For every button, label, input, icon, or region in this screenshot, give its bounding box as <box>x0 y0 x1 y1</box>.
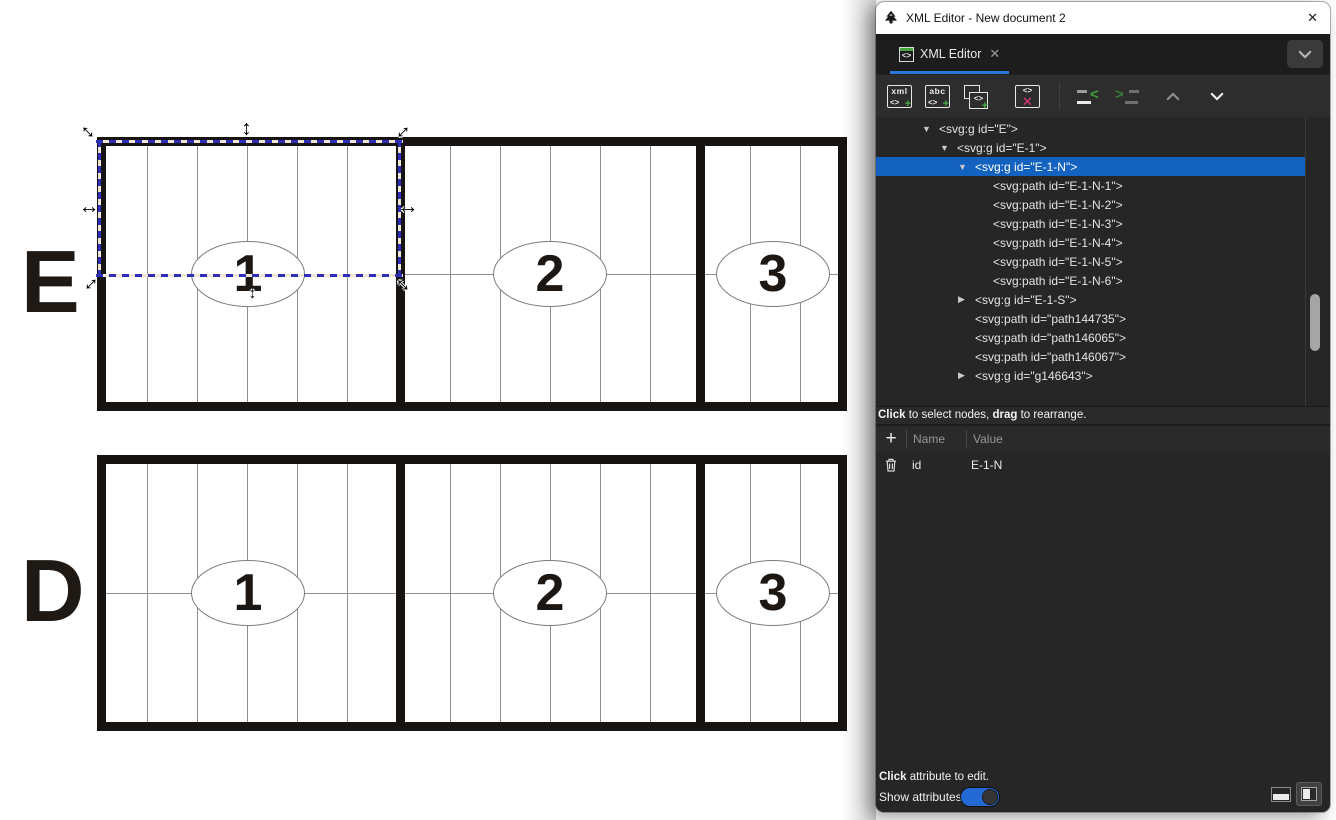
selection-edge-bottom <box>96 274 403 277</box>
xml-node-tree[interactable]: ▼ <svg:g id="E"> ▼ <svg:g id="E-1"> ▼ <s… <box>876 117 1330 406</box>
tree-node-label: <svg:path id="E-1-N-5"> <box>993 255 1123 269</box>
tab-xml-editor[interactable]: <> XML Editor ✕ <box>890 34 1009 74</box>
unindent-node-button[interactable]: < <box>1076 82 1105 111</box>
toolbar-separator <box>1059 82 1060 110</box>
tree-node[interactable]: <svg:path id="E-1-N-1"> <box>876 176 1306 195</box>
attribute-edit-hint: Click attribute to edit. <box>879 771 989 783</box>
tree-node-label: <svg:path id="path146067"> <box>975 350 1126 364</box>
scrollbar-track-border <box>1305 117 1306 406</box>
delete-attribute-button[interactable] <box>876 458 906 472</box>
tab-label: XML Editor <box>920 47 981 61</box>
expander-icon[interactable]: ▼ <box>922 124 939 134</box>
expander-icon[interactable]: ▶ <box>958 370 975 381</box>
tree-node[interactable]: <svg:path id="path146067"> <box>876 347 1306 366</box>
tree-node[interactable]: <svg:path id="E-1-N-3"> <box>876 214 1306 233</box>
section-divider <box>696 146 705 402</box>
section-ellipse-3[interactable]: 3 <box>716 241 830 307</box>
panel-menu-button[interactable] <box>1287 40 1323 68</box>
dialog-tabbar: <> XML Editor ✕ <box>876 34 1330 74</box>
attribute-value[interactable]: E-1-N <box>965 458 1002 472</box>
tree-node[interactable]: <svg:path id="E-1-N-2"> <box>876 195 1306 214</box>
tree-node-label: <svg:path id="E-1-N-6"> <box>993 274 1123 288</box>
expander-icon[interactable]: ▶ <box>958 294 975 305</box>
xml-toolbar: xml <> + abc <> + <> + <> ✕ <box>876 74 1330 117</box>
xml-editor-dialog: XML Editor - New document 2 ✕ <> XML Edi… <box>876 2 1330 812</box>
scale-handle-top-center[interactable]: ↔ <box>236 117 260 141</box>
move-node-up-button[interactable] <box>1158 82 1187 111</box>
layout-vertical-button[interactable] <box>1296 782 1322 806</box>
attribute-table-header: + Name Value <box>876 424 1330 452</box>
tree-node-label: <svg:g id="g146643"> <box>975 369 1093 383</box>
tree-node-label: <svg:g id="E"> <box>939 122 1018 136</box>
tree-node-label: <svg:g id="E-1"> <box>957 141 1047 155</box>
panel-drop-shadow <box>842 0 876 820</box>
toggle-knob <box>982 789 998 805</box>
dialog-titlebar[interactable]: XML Editor - New document 2 ✕ <box>876 2 1330 34</box>
layout-vertical-icon <box>1301 787 1317 801</box>
new-text-node-button[interactable]: abc <> + <box>923 82 952 111</box>
tree-node-label: <svg:path id="E-1-N-2"> <box>993 198 1123 212</box>
inkscape-logo-icon <box>883 10 899 26</box>
tree-node-label: <svg:path id="E-1-N-3"> <box>993 217 1123 231</box>
section-divider <box>696 464 705 722</box>
expander-icon[interactable]: ▼ <box>958 162 975 172</box>
tree-node-label: <svg:g id="E-1-N"> <box>975 160 1077 174</box>
section-divider <box>396 464 405 722</box>
tree-node[interactable]: <svg:path id="path146065"> <box>876 328 1306 347</box>
tree-node[interactable]: <svg:path id="path144735"> <box>876 309 1306 328</box>
tree-node[interactable]: <svg:path id="E-1-N-6"> <box>876 271 1306 290</box>
tree-node[interactable]: <svg:path id="E-1-N-5"> <box>876 252 1306 271</box>
xml-editor-tab-icon: <> <box>899 47 914 62</box>
layout-horizontal-icon[interactable] <box>1271 787 1291 802</box>
scale-handle-bottom-center[interactable]: ↔ <box>238 282 262 306</box>
dialog-footer: Click attribute to edit. Show attributes <box>876 766 1330 812</box>
dialog-close-button[interactable]: ✕ <box>1307 10 1318 26</box>
dialog-title: XML Editor - New document 2 <box>906 11 1066 25</box>
tree-node-label: <svg:path id="path146065"> <box>975 331 1126 345</box>
tree-node[interactable]: ▼ <svg:g id="E-1"> <box>876 138 1306 157</box>
canvas-letter-e[interactable]: E <box>21 238 78 326</box>
scale-handle-middle-right[interactable]: ↔ <box>396 196 420 220</box>
tree-node-label: <svg:path id="E-1-N-4"> <box>993 236 1123 250</box>
tree-scrollbar-thumb[interactable] <box>1310 294 1320 351</box>
tree-status-hint: Click to select nodes, drag to rearrange… <box>876 406 1330 424</box>
scale-handle-middle-left[interactable]: ↔ <box>77 196 101 220</box>
new-element-node-button[interactable]: xml <> + <box>885 82 914 111</box>
show-attributes-toggle[interactable] <box>960 787 1000 807</box>
indent-node-button[interactable]: > <box>1114 82 1143 111</box>
tree-node-label: <svg:path id="E-1-N-1"> <box>993 179 1123 193</box>
tree-node-label: <svg:path id="path144735"> <box>975 312 1126 326</box>
attribute-table-body <box>876 478 1330 767</box>
move-node-down-button[interactable] <box>1202 82 1231 111</box>
tree-node-label: <svg:g id="E-1-S"> <box>975 293 1077 307</box>
tree-node[interactable]: ▶ <svg:g id="g146643"> <box>876 366 1306 385</box>
canvas-letter-d[interactable]: D <box>21 547 83 635</box>
attribute-value-header: Value <box>967 432 1003 446</box>
tree-node-selected[interactable]: ▼ <svg:g id="E-1-N"> <box>876 157 1306 176</box>
tab-close-icon[interactable]: ✕ <box>989 46 1000 62</box>
attribute-row[interactable]: id E-1-N <box>876 452 1330 478</box>
chevron-down-icon <box>1210 92 1224 101</box>
tree-node[interactable]: <svg:path id="E-1-N-4"> <box>876 233 1306 252</box>
show-attributes-label: Show attributes <box>879 790 962 804</box>
attribute-name-header: Name <box>907 432 966 446</box>
section-ellipse-1[interactable]: 1 <box>191 560 305 626</box>
expander-icon[interactable]: ▼ <box>940 143 957 153</box>
attribute-name[interactable]: id <box>906 458 965 472</box>
add-attribute-button[interactable]: + <box>876 429 906 448</box>
active-tab-underline <box>890 71 1009 74</box>
figure-d-group[interactable]: 1 2 3 <box>97 455 847 731</box>
section-ellipse-2[interactable]: 2 <box>493 241 607 307</box>
delete-node-button[interactable]: <> ✕ <box>1013 82 1042 111</box>
section-ellipse-3[interactable]: 3 <box>716 560 830 626</box>
chevron-down-icon <box>1298 50 1312 59</box>
duplicate-node-button[interactable]: <> + <box>961 82 990 111</box>
tree-node[interactable]: ▼ <svg:g id="E"> <box>876 119 1306 138</box>
trash-icon <box>885 458 897 472</box>
section-ellipse-2[interactable]: 2 <box>493 560 607 626</box>
chevron-up-icon <box>1166 92 1180 101</box>
tree-node[interactable]: ▶ <svg:g id="E-1-S"> <box>876 290 1306 309</box>
